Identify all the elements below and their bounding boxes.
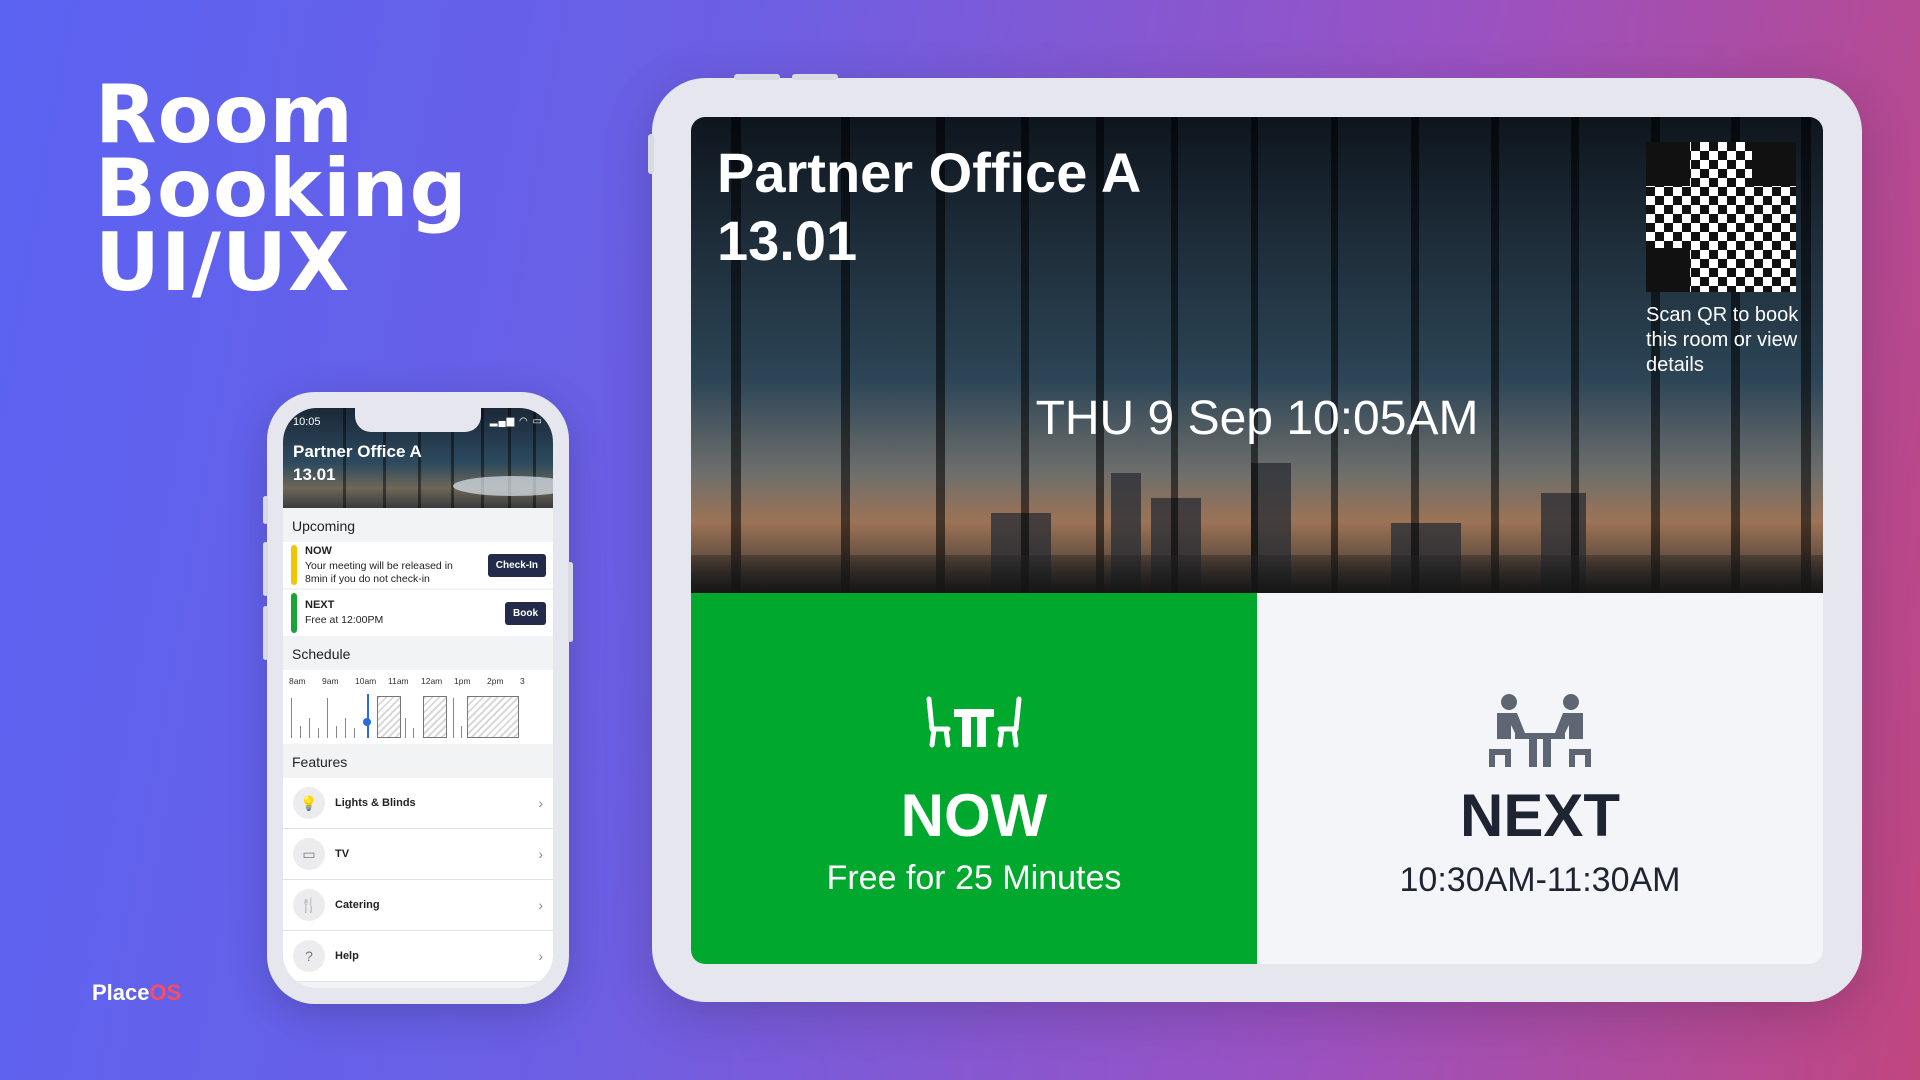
schedule-booked-block [467, 696, 519, 738]
phone-device: 10:05 ▂▄▆ ◠ ▭ Partner Office A 13.01 Upc… [263, 392, 573, 1004]
event-next-text: NEXT Free at 12:00PM [305, 599, 470, 627]
schedule-booked-block [423, 696, 447, 738]
phone-power-button [568, 562, 573, 642]
hero-title-line: Room [95, 68, 354, 161]
event-now: NOW Your meeting will be released in 8mi… [283, 542, 553, 588]
schedule-current-time [367, 694, 369, 738]
tablet-top-button [792, 74, 838, 80]
schedule-label: Schedule [292, 646, 351, 662]
schedule-hour: 3 [520, 676, 525, 686]
chevron-right-icon: › [538, 846, 543, 862]
schedule-grid [289, 694, 553, 738]
event-now-status-bar [291, 545, 297, 585]
chevron-right-icon: › [538, 795, 543, 811]
schedule-hour: 1pm [454, 676, 471, 686]
phone-room-name: Partner Office A 13.01 [293, 440, 422, 486]
event-now-text: NOW Your meeting will be released in 8mi… [305, 545, 470, 586]
feature-label: Help [335, 950, 359, 962]
schedule-hour: 12am [421, 676, 443, 686]
schedule-hour: 11am [388, 676, 409, 686]
book-button[interactable]: Book [505, 601, 546, 625]
phone-mute-switch [263, 496, 268, 524]
chevron-right-icon: › [538, 948, 543, 964]
feature-label: Lights & Blinds [335, 797, 416, 809]
schedule-timeline[interactable]: 8am 9am 10am 11am 12am 1pm 2pm 3 [283, 670, 553, 744]
phone-screen: 10:05 ▂▄▆ ◠ ▭ Partner Office A 13.01 Upc… [283, 408, 553, 988]
hero-title-line: Booking [95, 142, 468, 235]
battery-icon: ▭ [532, 416, 543, 427]
feature-catering[interactable]: 🍴 Catering › [283, 880, 553, 931]
next-title: NEXT [1459, 782, 1621, 849]
chevron-right-icon: › [538, 897, 543, 913]
wifi-icon: ◠ [519, 416, 529, 427]
feature-label: TV [335, 848, 350, 860]
empty-desk-chairs-icon [691, 693, 1257, 753]
schedule-hour: 8am [289, 676, 306, 686]
tv-icon: ▭ [293, 838, 325, 870]
upcoming-label: Upcoming [292, 518, 356, 534]
event-next: NEXT Free at 12:00PM Book [283, 590, 553, 636]
feature-label: Catering [335, 899, 380, 911]
tablet-screen: Partner Office A 13.01 THU 9 Sep 10:05AM… [691, 117, 1823, 964]
feature-tv[interactable]: ▭ TV › [283, 829, 553, 880]
phone-volume-down [263, 606, 268, 660]
schedule-hour: 10am [355, 676, 377, 686]
schedule-booked-block [377, 696, 401, 738]
status-icons: ▂▄▆ ◠ ▭ [490, 416, 543, 427]
qr-caption: Scan QR to book this room or view detail… [1646, 304, 1799, 376]
hero-title: Room Booking UI/UX [95, 68, 468, 309]
event-next-kicker: NEXT [305, 599, 335, 611]
qr-code [1646, 142, 1796, 292]
brand-logo: PlaceOS [92, 980, 181, 1006]
feature-lights-blinds[interactable]: 💡 Lights & Blinds › [283, 778, 553, 829]
brand-name: Place [92, 980, 150, 1005]
tablet-room-number: 13.01 [717, 209, 858, 272]
meeting-table-photo [453, 476, 553, 496]
hero-title-line: UI/UX [95, 216, 351, 309]
schedule-current-time-dot [363, 718, 371, 726]
tablet-room-title: Partner Office A [717, 141, 1142, 204]
tablet-side-button [648, 134, 654, 174]
now-status-panel[interactable]: NOW Free for 25 Minutes [691, 593, 1257, 964]
schedule-hours: 8am 9am 10am 11am 12am 1pm 2pm 3 [283, 670, 553, 686]
phone-volume-up [263, 542, 268, 596]
tablet-datetime: THU 9 Sep 10:05AM [1035, 392, 1479, 445]
phone-notch [355, 408, 481, 432]
now-subtitle: Free for 25 Minutes [826, 859, 1122, 897]
tablet-room-name: Partner Office A 13.01 [717, 139, 1141, 275]
next-subtitle: 10:30AM-11:30AM [1399, 861, 1681, 899]
schedule-hour: 9am [322, 676, 339, 686]
phone-room-header: 10:05 ▂▄▆ ◠ ▭ Partner Office A 13.01 [283, 408, 553, 508]
event-now-description: Your meeting will be released in 8min if… [305, 559, 453, 585]
event-next-status-bar [291, 593, 297, 633]
schedule-hour: 2pm [487, 676, 504, 686]
signal-icon: ▂▄▆ [489, 416, 516, 427]
lightbulb-icon: 💡 [293, 787, 325, 819]
cutlery-icon: 🍴 [293, 889, 325, 921]
next-status-panel[interactable]: NEXT 10:30AM-11:30AM [1257, 593, 1823, 964]
brand-suffix: OS [149, 980, 182, 1005]
now-title: NOW [900, 782, 1048, 849]
event-now-kicker: NOW [305, 544, 332, 557]
phone-room-number: 13.01 [293, 465, 336, 484]
feature-help[interactable]: ? Help › [283, 931, 553, 982]
phone-room-title: Partner Office A [293, 442, 422, 461]
check-in-button[interactable]: Check-In [487, 553, 546, 577]
features-label: Features [292, 754, 348, 770]
status-time: 10:05 [293, 416, 321, 428]
event-next-description: Free at 12:00PM [305, 614, 384, 626]
tablet-device: Partner Office A 13.01 THU 9 Sep 10:05AM… [648, 74, 1862, 1002]
tablet-top-button [734, 74, 780, 80]
people-meeting-icon [1257, 693, 1823, 769]
help-icon: ? [293, 940, 325, 972]
